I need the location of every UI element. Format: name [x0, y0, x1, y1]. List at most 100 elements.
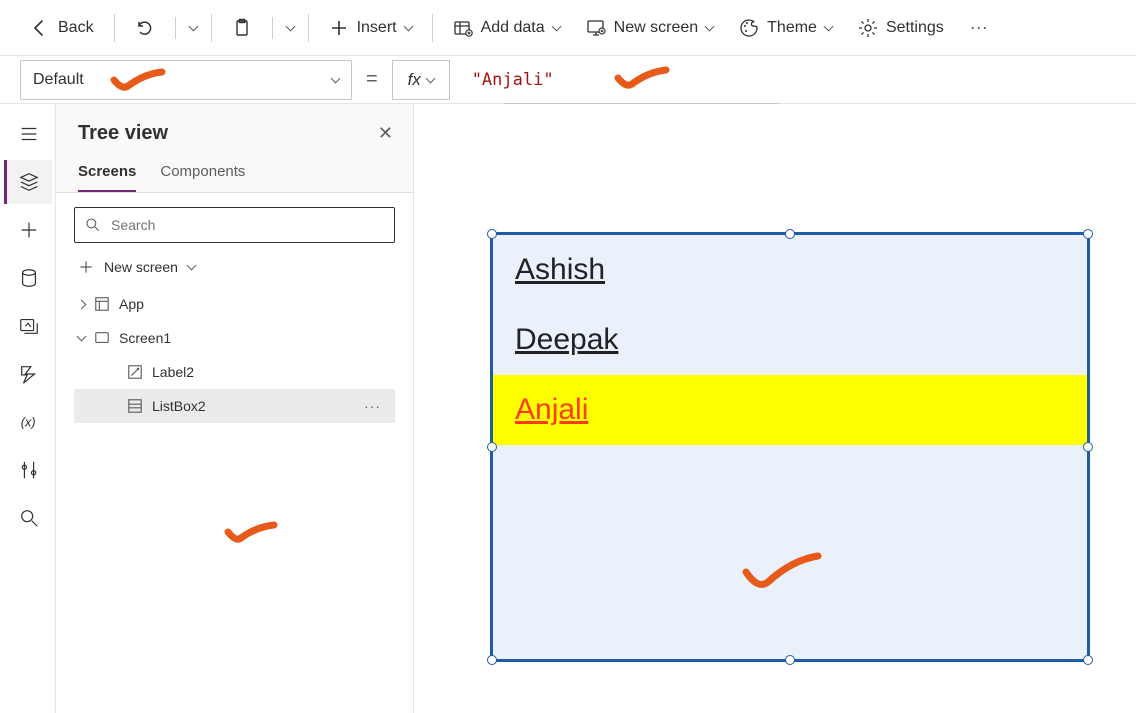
chevron-down-icon	[188, 21, 198, 31]
fx-button[interactable]: fx	[392, 60, 450, 100]
top-toolbar: Back Insert Add data New screen Theme Se…	[0, 0, 1136, 56]
tree-node-label: ListBox2	[152, 398, 206, 414]
search-icon	[85, 217, 101, 233]
insert-label: Insert	[357, 19, 397, 37]
chevron-down-icon	[77, 332, 87, 342]
screen-icon	[586, 18, 606, 38]
resize-handle[interactable]	[487, 229, 497, 239]
overflow-button[interactable]: ···	[960, 11, 998, 44]
listbox-control[interactable]: Ashish Deepak Anjali	[490, 232, 1090, 662]
formula-input[interactable]	[464, 60, 1116, 100]
rail-tree-view[interactable]	[4, 160, 52, 204]
back-button[interactable]: Back	[20, 12, 104, 44]
chevron-right-icon	[77, 299, 87, 309]
rail-data[interactable]	[4, 256, 52, 300]
resize-handle[interactable]	[785, 655, 795, 665]
tree-node-screen1[interactable]: Screen1	[74, 321, 395, 355]
plus-icon	[78, 259, 94, 275]
back-label: Back	[58, 19, 94, 37]
paste-dropdown[interactable]	[283, 20, 298, 36]
chevron-down-icon	[186, 261, 196, 271]
add-data-button[interactable]: Add data	[443, 12, 570, 44]
rail-power-automate[interactable]	[4, 352, 52, 396]
tree-body: New screen App Screen1 Label2 ListBox2 ·	[56, 193, 413, 713]
tree-view-title: Tree view	[78, 122, 168, 145]
paste-button[interactable]	[222, 12, 262, 44]
toolbar-separator	[175, 17, 176, 39]
listbox-item[interactable]: Ashish	[493, 235, 1087, 305]
new-screen-label: New screen	[104, 259, 178, 275]
clipboard-icon	[232, 18, 252, 38]
label-icon	[126, 363, 144, 381]
svg-text:(x): (x)	[21, 415, 36, 430]
toolbar-separator	[272, 17, 273, 39]
tree-view-panel: Tree view ✕ Screens Components New scree…	[56, 104, 414, 713]
insert-button[interactable]: Insert	[319, 12, 422, 44]
listbox-icon	[126, 397, 144, 415]
toolbar-separator	[211, 14, 212, 42]
close-icon[interactable]: ✕	[378, 123, 393, 144]
resize-handle[interactable]	[1083, 229, 1093, 239]
toolbar-separator	[432, 14, 433, 42]
chevron-down-icon	[285, 21, 295, 31]
property-name: Default	[33, 71, 84, 89]
new-screen-button[interactable]: New screen	[576, 12, 723, 44]
listbox-item[interactable]: Deepak	[493, 305, 1087, 375]
rail-hamburger[interactable]	[4, 112, 52, 156]
add-data-label: Add data	[481, 19, 545, 37]
undo-dropdown[interactable]	[186, 20, 201, 36]
tree-node-label: App	[119, 296, 144, 312]
tab-screens[interactable]: Screens	[78, 155, 136, 192]
palette-icon	[739, 18, 759, 38]
undo-button[interactable]	[125, 12, 165, 44]
chevron-down-icon	[331, 73, 341, 83]
equals-sign: =	[366, 68, 378, 91]
resize-handle[interactable]	[785, 229, 795, 239]
resize-handle[interactable]	[1083, 442, 1093, 452]
rail-search[interactable]	[4, 496, 52, 540]
theme-button[interactable]: Theme	[729, 12, 842, 44]
chevron-down-icon	[823, 21, 833, 31]
toolbar-separator	[114, 14, 115, 42]
listbox-item-selected[interactable]: Anjali	[493, 375, 1087, 445]
formula-bar: Default = fx	[0, 56, 1136, 104]
tree-node-label2[interactable]: Label2	[74, 355, 395, 389]
screen-icon	[93, 329, 111, 347]
chevron-down-icon	[551, 21, 561, 31]
settings-button[interactable]: Settings	[848, 12, 954, 44]
tree-node-app[interactable]: App	[74, 287, 395, 321]
settings-label: Settings	[886, 19, 944, 37]
app-icon	[93, 295, 111, 313]
main-area: (x) Tree view ✕ Screens Components New s…	[0, 104, 1136, 713]
undo-icon	[135, 18, 155, 38]
rail-insert[interactable]	[4, 208, 52, 252]
arrow-left-icon	[30, 18, 50, 38]
data-icon	[453, 18, 473, 38]
theme-label: Theme	[767, 19, 817, 37]
resize-handle[interactable]	[487, 655, 497, 665]
property-selector[interactable]: Default	[20, 60, 352, 100]
fx-label: fx	[408, 70, 421, 90]
new-screen-label: New screen	[614, 19, 698, 37]
rail-variables[interactable]: (x)	[4, 400, 52, 444]
search-input[interactable]	[111, 217, 384, 233]
search-box[interactable]	[74, 207, 395, 243]
chevron-down-icon	[705, 21, 715, 31]
left-rail: (x)	[0, 104, 56, 713]
canvas[interactable]: Ashish Deepak Anjali	[414, 104, 1136, 713]
toolbar-separator	[308, 14, 309, 42]
tree-node-label: Screen1	[119, 330, 171, 346]
tree-tabs: Screens Components	[56, 155, 413, 193]
resize-handle[interactable]	[487, 442, 497, 452]
chevron-down-icon	[425, 73, 435, 83]
rail-advanced-tools[interactable]	[4, 448, 52, 492]
gear-icon	[858, 18, 878, 38]
plus-icon	[329, 18, 349, 38]
new-screen-link[interactable]: New screen	[74, 253, 395, 287]
resize-handle[interactable]	[1083, 655, 1093, 665]
node-options-icon[interactable]: ···	[364, 398, 391, 414]
tree-node-listbox2[interactable]: ListBox2 ···	[74, 389, 395, 423]
tree-node-label: Label2	[152, 364, 194, 380]
tab-components[interactable]: Components	[160, 155, 245, 192]
rail-media[interactable]	[4, 304, 52, 348]
